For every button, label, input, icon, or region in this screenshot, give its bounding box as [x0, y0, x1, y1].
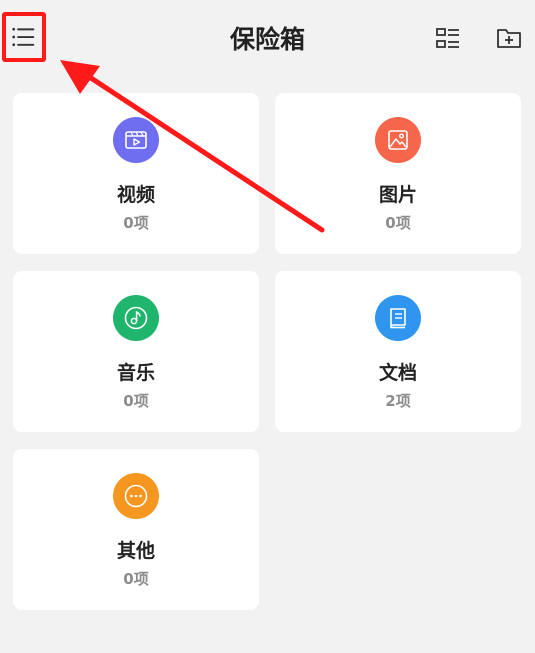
category-name: 图片: [378, 184, 417, 206]
category-card-image[interactable]: 图片 0项: [275, 93, 521, 254]
document-icon-circle: [375, 295, 421, 341]
music-icon: [124, 306, 148, 330]
image-icon: [388, 130, 408, 150]
category-count: 0项: [123, 392, 149, 410]
category-count: 2项: [385, 392, 411, 410]
list-view-button[interactable]: [434, 25, 462, 53]
category-count: 0项: [123, 570, 149, 588]
image-icon-circle: [375, 117, 421, 163]
category-count: 0项: [123, 214, 149, 232]
list-view-icon: [436, 28, 459, 48]
video-icon: [125, 131, 147, 149]
document-icon: [390, 308, 406, 329]
add-folder-icon: [497, 29, 521, 48]
category-card-music[interactable]: 音乐 0项: [13, 271, 259, 432]
category-name: 其他: [116, 540, 155, 562]
category-card-other[interactable]: 其他 0项: [13, 449, 259, 610]
music-icon-circle: [113, 295, 159, 341]
new-folder-button[interactable]: [495, 24, 523, 52]
category-count: 0项: [385, 214, 411, 232]
top-bar: 保险箱: [0, 0, 535, 78]
video-icon-circle: [113, 117, 159, 163]
category-name: 文档: [378, 362, 417, 384]
category-card-video[interactable]: 视频 0项: [13, 93, 259, 254]
category-name: 音乐: [116, 362, 155, 384]
category-name: 视频: [116, 184, 155, 206]
category-card-document[interactable]: 文档 2项: [275, 271, 521, 432]
more-icon: [124, 484, 148, 508]
more-icon-circle: [113, 473, 159, 519]
